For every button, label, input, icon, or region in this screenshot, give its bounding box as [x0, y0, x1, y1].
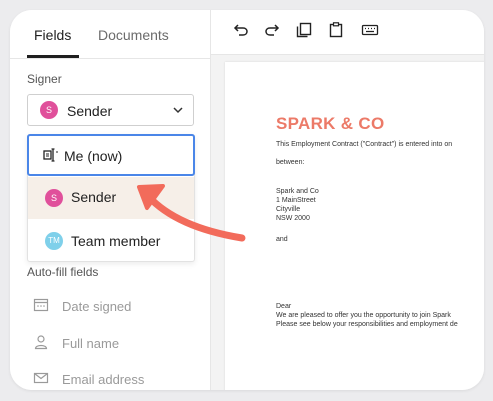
chevron-down-icon — [173, 107, 183, 114]
autofill-date-signed-label: Date signed — [62, 299, 132, 314]
active-tab-indicator — [27, 55, 79, 58]
autofill-full-name[interactable]: Full name — [27, 332, 197, 356]
option-team-member-label: Team member — [71, 233, 161, 249]
signer-dropdown-menu: Me (now) S Sender TM Team member — [27, 134, 195, 262]
option-sender-label: Sender — [71, 189, 117, 205]
autofill-label: Auto-fill fields — [27, 265, 99, 279]
document-line: 1 MainStreet — [276, 197, 316, 204]
autofill-email-address[interactable]: Email address — [27, 368, 197, 390]
autofill-email-address-label: Email address — [62, 372, 145, 387]
option-team-member[interactable]: TM Team member — [28, 221, 194, 261]
envelope-icon — [33, 372, 49, 384]
document-line: Cityville — [276, 206, 301, 213]
tab-fields[interactable]: Fields — [34, 27, 71, 43]
editor-toolbar — [211, 10, 484, 55]
sender-avatar: S — [40, 101, 58, 119]
document-line: Please see below your responsibilities a… — [276, 321, 458, 328]
signature-icon — [43, 148, 58, 162]
autofill-full-name-label: Full name — [62, 336, 120, 351]
document-line: between: — [276, 159, 305, 166]
team-member-avatar: TM — [45, 232, 63, 250]
app-window: Fields Documents Signer S Sender Me (now… — [10, 10, 484, 390]
document-line: NSW 2000 — [276, 215, 310, 222]
signer-select[interactable]: S Sender — [27, 94, 194, 126]
calendar-icon — [33, 298, 49, 312]
option-me-now-label: Me (now) — [64, 148, 123, 164]
document-line: and — [276, 236, 288, 243]
copy-icon[interactable] — [296, 22, 312, 38]
redo-icon[interactable] — [264, 22, 280, 38]
document-title: SPARK & CO — [276, 114, 385, 133]
document-page: SPARK & CO This Employment Contract ("Co… — [225, 62, 484, 390]
signer-selected-value: Sender — [67, 103, 113, 119]
autofill-date-signed[interactable]: Date signed — [27, 295, 197, 319]
signer-label: Signer — [27, 72, 62, 86]
keyboard-icon[interactable] — [361, 22, 379, 38]
option-sender[interactable]: S Sender — [28, 177, 194, 219]
document-line: Dear — [276, 303, 292, 310]
sender-avatar: S — [45, 189, 63, 207]
document-line: Spark and Co — [276, 188, 319, 195]
sidebar: Fields Documents Signer S Sender Me (now… — [10, 10, 210, 390]
undo-icon[interactable] — [233, 22, 249, 38]
person-icon — [34, 335, 48, 350]
document-line: We are pleased to offer you the opportun… — [276, 312, 451, 319]
tab-documents[interactable]: Documents — [98, 27, 169, 43]
tab-bar: Fields Documents — [10, 10, 210, 59]
document-editor: SPARK & CO This Employment Contract ("Co… — [211, 10, 484, 390]
option-me-now[interactable]: Me (now) — [27, 134, 195, 176]
paste-icon[interactable] — [328, 22, 344, 38]
document-line: This Employment Contract ("Contract") is… — [276, 141, 453, 148]
